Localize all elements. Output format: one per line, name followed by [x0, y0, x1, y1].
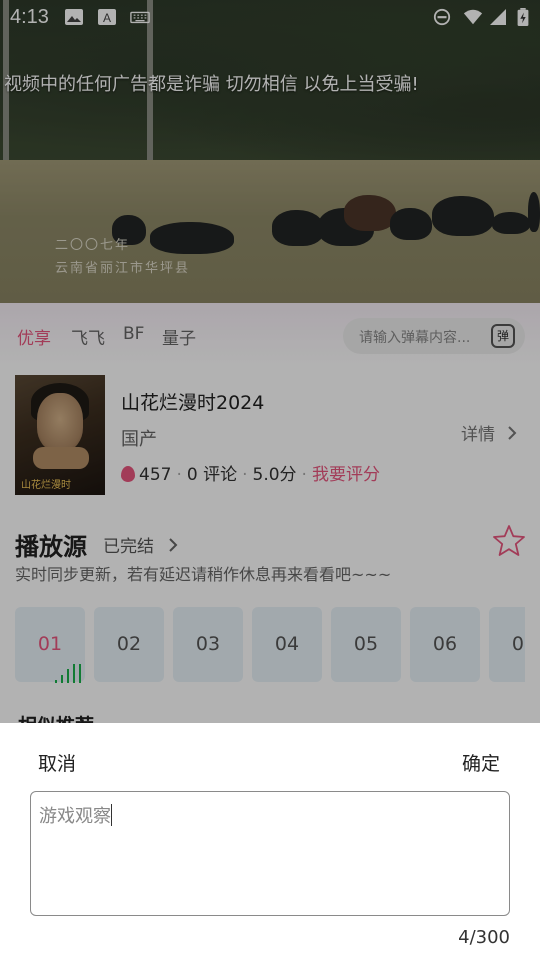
danmu-textarea[interactable]: 游戏观察 [30, 791, 510, 916]
danmu-textarea-value: 游戏观察 [39, 802, 112, 828]
char-counter: 4/300 [458, 927, 510, 948]
text-caret [111, 804, 112, 826]
danmu-input-sheet: 取消 确定 游戏观察 4/300 [0, 723, 540, 960]
cancel-button[interactable]: 取消 [38, 749, 76, 776]
danmu-text: 游戏观察 [39, 806, 111, 827]
confirm-button[interactable]: 确定 [462, 749, 500, 776]
modal-scrim[interactable] [0, 0, 540, 723]
